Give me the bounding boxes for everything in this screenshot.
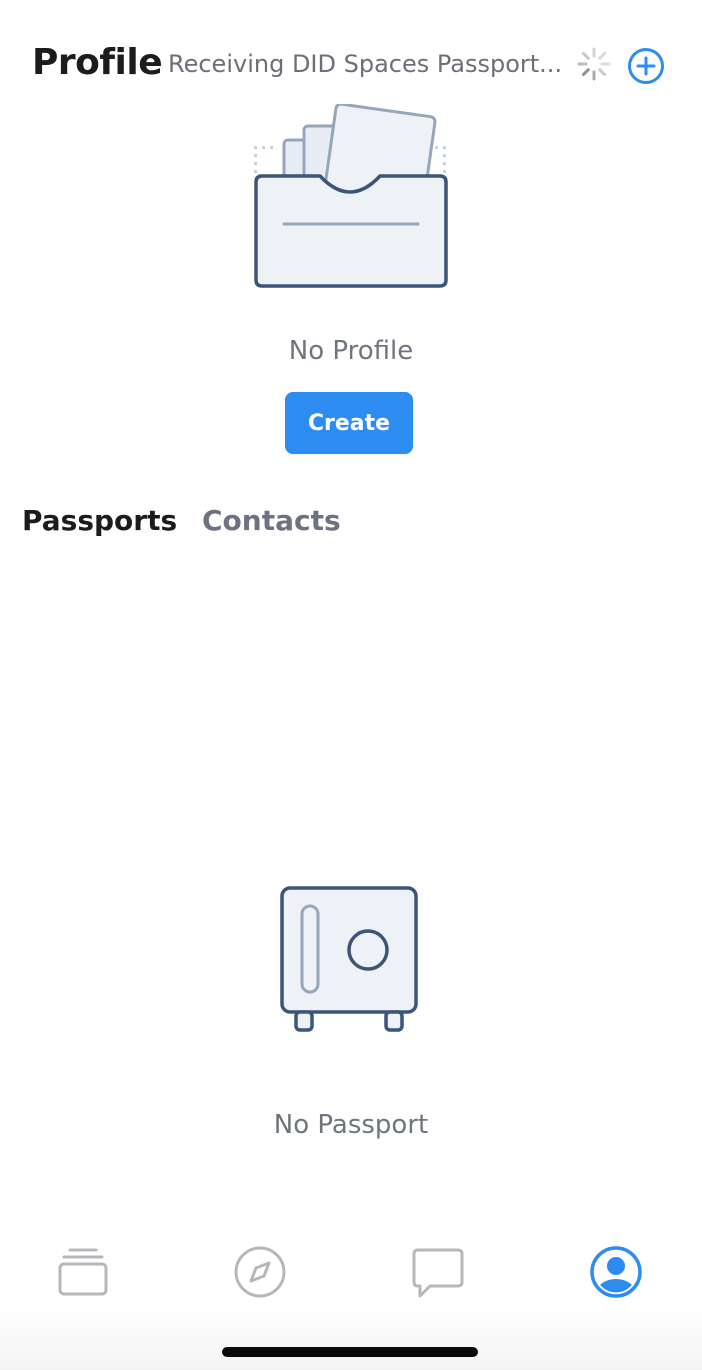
nav-profile[interactable] [586, 1242, 646, 1302]
cards-stack-icon [58, 1248, 108, 1296]
create-profile-button[interactable]: Create [285, 392, 413, 454]
tab-passports[interactable]: Passports [22, 504, 177, 537]
no-passport-text: No Passport [273, 1110, 429, 1140]
profile-screen: Profile Receiving DID Spaces Passport... [0, 0, 702, 1370]
nav-explore[interactable] [230, 1242, 290, 1302]
empty-inbox-illustration [254, 104, 448, 288]
sync-status-text: Receiving DID Spaces Passport... [168, 50, 563, 78]
header: Profile Receiving DID Spaces Passport... [0, 30, 702, 100]
nav-cards[interactable] [52, 1242, 112, 1302]
plus-circle-icon[interactable] [627, 47, 665, 85]
page-title: Profile [32, 42, 163, 83]
tab-contacts[interactable]: Contacts [202, 504, 341, 537]
chat-bubble-icon [412, 1248, 464, 1298]
nav-messages[interactable] [408, 1242, 468, 1302]
no-profile-text: No Profile [288, 336, 414, 366]
user-profile-icon [590, 1246, 642, 1298]
safe-illustration [280, 886, 418, 1032]
home-indicator [222, 1347, 478, 1357]
loading-spinner-icon [577, 47, 611, 81]
compass-icon [234, 1246, 286, 1298]
